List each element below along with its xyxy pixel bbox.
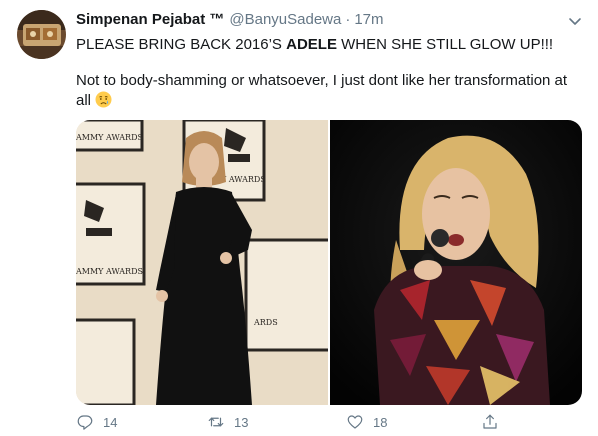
like-button[interactable]: 18	[346, 412, 387, 432]
crying-face-emoji-icon	[95, 91, 112, 108]
photo-image	[330, 120, 582, 405]
separator-dot: ·	[345, 11, 351, 28]
like-count: 18	[373, 414, 388, 430]
reply-button[interactable]: 14	[76, 412, 117, 432]
backdrop-label: Y AWARDS	[220, 175, 266, 184]
photo-2[interactable]	[330, 120, 582, 405]
retweet-icon	[208, 417, 224, 427]
reply-icon	[77, 415, 93, 430]
heart-icon	[347, 415, 363, 429]
user-handle[interactable]: @BanyuSadewa	[229, 11, 341, 28]
tweet-text-line-2: Not to body-shamming or whatsoever, I ju…	[76, 72, 568, 109]
share-button[interactable]	[481, 412, 499, 432]
avatar-image	[17, 10, 66, 59]
tweet-header: Simpenan Pejabat ™ @BanyuSadewa · 17m	[76, 11, 384, 31]
backdrop-label: ARDS	[253, 318, 278, 327]
backdrop-label: AMMY AWARDS	[76, 133, 143, 142]
reply-count: 14	[103, 414, 118, 430]
tweet-card[interactable]: Simpenan Pejabat ™ @BanyuSadewa · 17m PL…	[0, 0, 598, 436]
retweet-button[interactable]: 13	[207, 412, 248, 432]
timestamp[interactable]: 17m	[354, 11, 383, 28]
media-grid: AMMY AWARDS Y AWARDS AMMY AWARDS ARDS	[76, 120, 582, 405]
tweet-actions: 14 13 18	[76, 412, 582, 432]
bold-name: ADELE	[286, 36, 337, 53]
share-icon	[483, 414, 497, 429]
chevron-down-icon[interactable]	[566, 12, 584, 30]
photo-image: AMMY AWARDS Y AWARDS AMMY AWARDS ARDS	[76, 120, 328, 405]
display-name[interactable]: Simpenan Pejabat ™	[76, 11, 224, 28]
avatar[interactable]	[17, 10, 66, 59]
tweet-text: PLEASE BRING BACK 2016’S ADELE WHEN SHE …	[76, 35, 581, 111]
backdrop-label: AMMY AWARDS	[76, 267, 143, 276]
retweet-count: 13	[234, 414, 249, 430]
tweet-text-line-1: PLEASE BRING BACK 2016’S ADELE WHEN SHE …	[76, 36, 554, 53]
photo-1[interactable]: AMMY AWARDS Y AWARDS AMMY AWARDS ARDS	[76, 120, 328, 405]
